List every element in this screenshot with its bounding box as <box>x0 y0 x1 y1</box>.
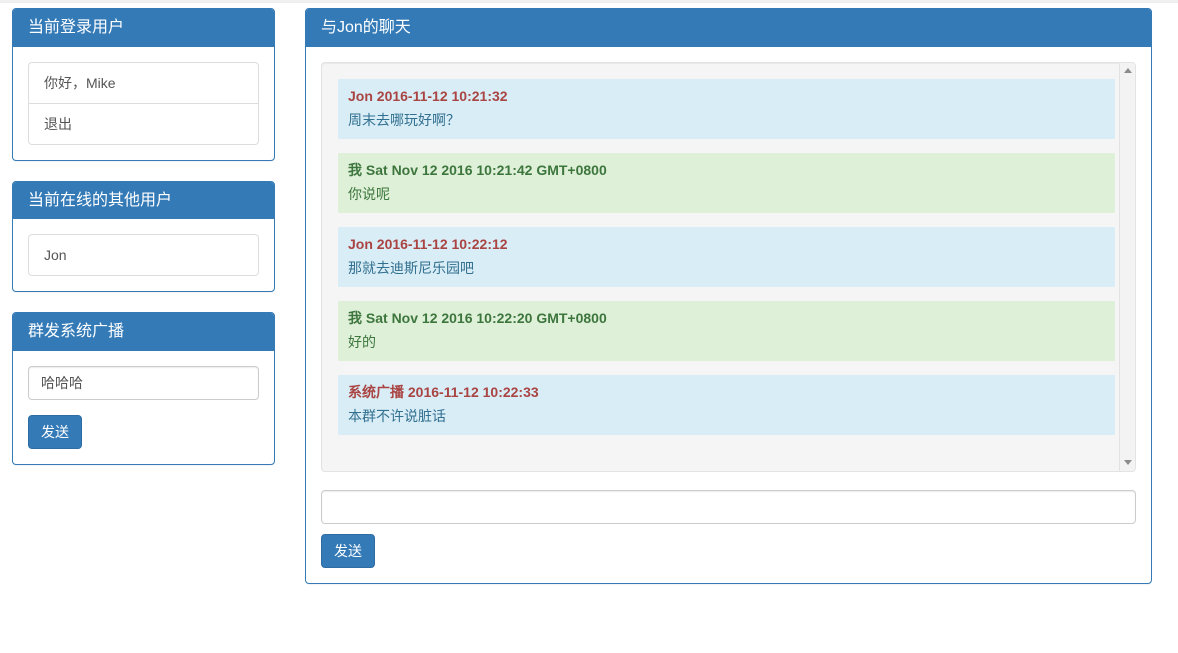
chat-message-header: 系统广播 2016-11-12 10:22:33 <box>348 383 539 400</box>
broadcast-panel-header: 群发系统广播 <box>13 313 274 351</box>
broadcast-actions: 发送 <box>28 414 259 449</box>
chat-message: 我 Sat Nov 12 2016 10:22:20 GMT+0800 好的 <box>338 300 1115 361</box>
chat-panel-body: Jon 2016-11-12 10:21:32 周末去哪玩好啊？ 我 Sat Nov… <box>306 47 1151 583</box>
scroll-down-icon[interactable] <box>1120 454 1135 471</box>
chat-message-body: 那就去迪斯尼乐园吧 <box>348 259 474 276</box>
chat-message-scroll-area[interactable]: Jon 2016-11-12 10:21:32 周末去哪玩好啊？ 我 Sat Nov… <box>321 61 1136 472</box>
chat-message-list: Jon 2016-11-12 10:21:32 周末去哪玩好啊？ 我 Sat Nov… <box>322 71 1135 443</box>
chat-column: 与Jon的聊天 Jon 2016-11-12 10:21:32 周末去哪玩好啊？ 我… <box>305 8 1152 604</box>
online-users-list: Jon <box>28 234 259 277</box>
chat-message-body: 周末去哪玩好啊？ <box>348 111 460 128</box>
online-users-panel-body: Jon <box>13 219 274 291</box>
broadcast-panel-title: 群发系统广播 <box>28 323 125 341</box>
chat-message: Jon 2016-11-12 10:22:12 那就去迪斯尼乐园吧 <box>338 226 1115 287</box>
chat-panel-header: 与Jon的聊天 <box>306 9 1151 47</box>
chat-scrollbar[interactable] <box>1119 62 1135 471</box>
chat-message-header: 我 Sat Nov 12 2016 10:22:20 GMT+0800 <box>348 309 607 326</box>
chat-message-body: 你说呢 <box>348 185 390 202</box>
chat-message-header: Jon 2016-11-12 10:21:32 <box>348 87 508 104</box>
chat-message-header: 我 Sat Nov 12 2016 10:21:42 GMT+0800 <box>348 161 607 178</box>
chat-message-body: 本群不许说脏话 <box>348 407 446 424</box>
current-user-panel-header: 当前登录用户 <box>13 9 274 47</box>
chat-message: 系统广播 2016-11-12 10:22:33 本群不许说脏话 <box>338 374 1115 435</box>
list-item-user-jon[interactable]: Jon <box>28 234 259 277</box>
list-item-greeting: 你好，Mike <box>28 61 259 104</box>
broadcast-panel: 群发系统广播 发送 <box>12 312 275 465</box>
current-user-panel-title: 当前登录用户 <box>28 19 125 36</box>
list-item-logout[interactable]: 退出 <box>28 102 259 145</box>
online-users-panel-header: 当前在线的其他用户 <box>13 181 274 220</box>
chat-message: 我 Sat Nov 12 2016 10:21:42 GMT+0800 你说呢 <box>338 152 1115 213</box>
chat-message-header: Jon 2016-11-12 10:22:12 <box>348 235 508 252</box>
online-users-panel: 当前在线的其他用户 Jon <box>12 180 275 293</box>
broadcast-send-button[interactable]: 发送 <box>28 414 82 449</box>
chat-input-row <box>321 489 1136 524</box>
current-user-list: 你好，Mike 退出 <box>28 61 259 145</box>
chat-send-row: 发送 <box>321 533 1136 568</box>
page-top-divider <box>0 0 1178 3</box>
chat-message-input[interactable] <box>321 489 1136 524</box>
current-user-panel-body: 你好，Mike 退出 <box>13 47 274 160</box>
current-user-panel: 当前登录用户 你好，Mike 退出 <box>12 8 275 161</box>
chat-panel-title: 与Jon的聊天 <box>321 19 411 36</box>
broadcast-input[interactable] <box>28 365 259 400</box>
broadcast-panel-body: 发送 <box>13 351 274 464</box>
online-users-panel-title: 当前在线的其他用户 <box>28 191 173 209</box>
chat-message: Jon 2016-11-12 10:21:32 周末去哪玩好啊？ <box>338 78 1115 139</box>
chat-message-body: 好的 <box>348 333 376 350</box>
left-sidebar: 当前登录用户 你好，Mike 退出 当前在线的其他用户 Jon 群发系统广播 哈… <box>12 8 275 485</box>
scroll-up-icon[interactable] <box>1120 62 1135 79</box>
chat-panel: 与Jon的聊天 Jon 2016-11-12 10:21:32 周末去哪玩好啊？ 我… <box>305 8 1152 584</box>
chat-send-button[interactable]: 发送 <box>321 533 375 568</box>
